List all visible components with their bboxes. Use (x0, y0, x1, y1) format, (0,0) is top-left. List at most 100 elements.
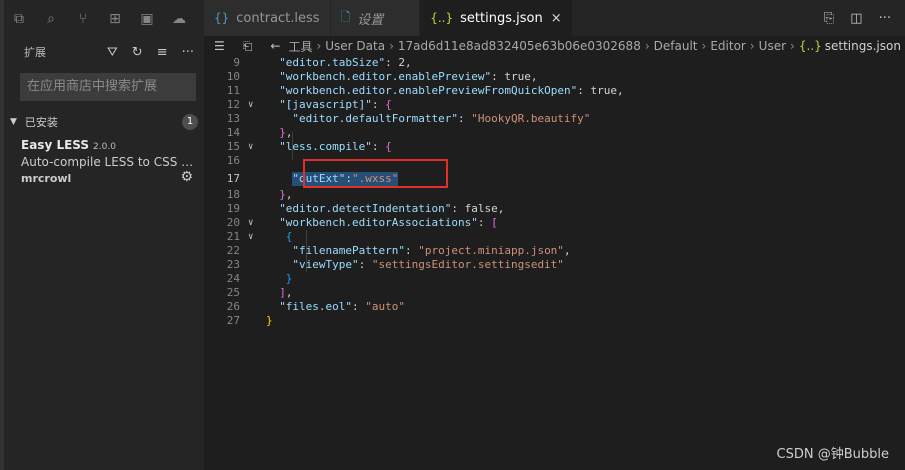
code-text: } (266, 314, 273, 327)
line-number: 10 (226, 70, 240, 83)
sidebar-edge (0, 0, 4, 470)
code-line[interactable]: 14}, (204, 126, 905, 140)
code-line[interactable]: 11 "workbench.editor.enablePreviewFromQui… (204, 84, 905, 98)
bookmark-icon[interactable]: ⎗ (243, 39, 253, 54)
code-text: "[javascript]": { (279, 98, 392, 111)
clear-icon[interactable]: ≡ (157, 45, 168, 60)
code-line[interactable]: 9 "editor.tabSize": 2, (204, 56, 905, 70)
json-icon: {..} (798, 39, 822, 53)
line-number: 14 (226, 126, 240, 139)
split-editor-icon[interactable]: ◫ (850, 11, 862, 26)
line-number: 15 (226, 140, 240, 153)
gear-icon[interactable]: ⚙ (180, 169, 193, 185)
refresh-icon[interactable]: ↻ (132, 45, 143, 60)
more-actions-icon[interactable]: ··· (879, 11, 891, 26)
line-number: 20 (226, 216, 240, 229)
code-text: { (285, 230, 293, 243)
explorer-icon[interactable]: ⧉ (10, 11, 28, 27)
code-line[interactable]: 15 ∨ "less.compile": { (204, 140, 905, 154)
line-number: 22 (226, 244, 240, 257)
source-control-icon[interactable]: ⑂ (74, 11, 92, 27)
remote-explorer-icon[interactable]: ▣ (138, 11, 156, 27)
chevron-down-icon: ▼ (10, 117, 17, 127)
code-line[interactable]: 22 "filenamePattern": "project.miniapp.js… (204, 244, 905, 258)
section-label: 已安装 (24, 116, 58, 129)
tab-actions: ⎘ ◫ ··· (824, 0, 905, 36)
code-line[interactable]: 19 "editor.detectIndentation": false, (204, 202, 905, 216)
extension-publisher-row: mrcrowl ⚙ (21, 169, 197, 185)
extensions-icon[interactable]: ⊞ (106, 11, 124, 27)
filter-icon[interactable]: ⛛ (107, 45, 118, 60)
breadcrumb-item[interactable]: User (759, 39, 786, 53)
extension-publisher: mrcrowl (21, 172, 72, 185)
code-text: "workbench.editor.enablePreviewFromQuick… (279, 84, 624, 97)
back-arrow-icon[interactable]: ← (270, 39, 280, 53)
code-text: }, (279, 126, 293, 139)
code-text: "editor.tabSize": 2, (279, 56, 412, 69)
breadcrumb-item[interactable]: User Data (325, 39, 385, 53)
tab-settings-ui[interactable]: 🗋 设置 (330, 0, 421, 36)
extension-name-row: Easy LESS 2.0.0 (21, 138, 197, 152)
breadcrumb-item[interactable]: 17ad6d11e8ad832405e63b06e0302688 (398, 39, 641, 53)
search-icon[interactable]: ⌕ (42, 11, 60, 27)
fold-chevron-icon[interactable]: ∨ (248, 230, 253, 244)
code-line[interactable]: 12 ∨ "[javascript]": { (204, 98, 905, 112)
line-number: 23 (226, 258, 240, 271)
more-actions-icon[interactable]: ··· (182, 45, 194, 60)
breadcrumb-item[interactable]: Default (654, 39, 698, 53)
view-title: 扩展 (24, 46, 46, 59)
code-line[interactable]: 13 "editor.defaultFormatter": "HookyQR.be… (204, 112, 905, 126)
line-number: 26 (226, 300, 240, 313)
extensions-sidebar: ⧉ ⌕ ⑂ ⊞ ▣ ☁ 扩展 ⛛ ↻ ≡ ··· 在应用商店中搜索扩展 ▼ 已安… (0, 0, 204, 470)
line-number: 17 (226, 172, 240, 185)
code-line[interactable]: 23 "viewType": "settingsEditor.settingsed… (204, 258, 905, 272)
code-line[interactable]: 18}, (204, 188, 905, 202)
breadcrumb-item[interactable]: Editor (710, 39, 746, 53)
line-number: 11 (226, 84, 240, 97)
breadcrumb-current[interactable]: settings.json (825, 39, 901, 53)
breadcrumb: ☰ ⎗ ← 工具 › User Data › 17ad6d11e8ad832405e… (214, 38, 901, 55)
line-number: 16 (226, 154, 240, 167)
installed-section-header[interactable]: ▼ 已安装 1 (0, 112, 204, 132)
fold-chevron-icon[interactable]: ∨ (248, 140, 253, 154)
line-number: 21 (226, 230, 240, 243)
code-line[interactable]: 10 "workbench.editor.enablePreview": true… (204, 70, 905, 84)
braces-icon: {} (214, 11, 230, 25)
fold-chevron-icon[interactable]: ∨ (248, 216, 253, 230)
json-icon: {..} (430, 11, 454, 25)
tab-label: settings.json (460, 10, 543, 26)
code-text: }, (279, 188, 293, 201)
fold-chevron-icon[interactable]: ∨ (248, 98, 253, 112)
tab-settings-json[interactable]: {..} settings.json × (420, 0, 573, 36)
list-icon[interactable]: ☰ (214, 39, 225, 53)
code-text: "workbench.editor.enablePreview": true, (279, 70, 538, 83)
code-line[interactable]: 26 "files.eol": "auto" (204, 300, 905, 314)
code-text: "viewType": "settingsEditor.settingsedit… (292, 258, 564, 271)
line-number: 24 (226, 272, 240, 285)
extension-name: Easy LESS (21, 138, 90, 152)
view-header: 扩展 ⛛ ↻ ≡ ··· (24, 42, 194, 62)
open-settings-icon[interactable]: ⎘ (824, 11, 834, 26)
code-text: "editor.detectIndentation": false, (279, 202, 505, 215)
code-line[interactable]: 27} (204, 314, 905, 328)
code-text: "editor.defaultFormatter": "HookyQR.beau… (292, 112, 591, 125)
line-number: 12 (226, 98, 240, 111)
breadcrumb-item[interactable]: 工具 (288, 38, 312, 55)
code-line[interactable]: 20 ∨ "workbench.editorAssociations": [ (204, 216, 905, 230)
code-line[interactable]: 24} (204, 272, 905, 286)
code-text: ], (279, 286, 293, 299)
close-icon[interactable]: × (551, 11, 562, 26)
code-text: "workbench.editorAssociations": [ (279, 216, 498, 229)
code-line[interactable]: 25], (204, 286, 905, 300)
extension-item[interactable]: Easy LESS 2.0.0 Auto-compile LESS to CSS … (21, 138, 197, 185)
tab-contract-less[interactable]: {} contract.less (204, 0, 331, 36)
code-text: "filenamePattern": "project.miniapp.json… (292, 244, 571, 257)
code-line[interactable]: 21 ∨ { (204, 230, 905, 244)
count-badge: 1 (182, 114, 198, 130)
extension-search-input[interactable]: 在应用商店中搜索扩展 (20, 73, 196, 101)
activity-icons: ⧉ ⌕ ⑂ ⊞ ▣ ☁ (10, 8, 188, 30)
docker-icon[interactable]: ☁ (170, 11, 188, 27)
line-number: 9 (233, 56, 240, 69)
extension-description: Auto-compile LESS to CSS o... (21, 155, 197, 169)
code-editor[interactable]: 9 "editor.tabSize": 2, 10 "workbench.editor… (204, 56, 905, 470)
